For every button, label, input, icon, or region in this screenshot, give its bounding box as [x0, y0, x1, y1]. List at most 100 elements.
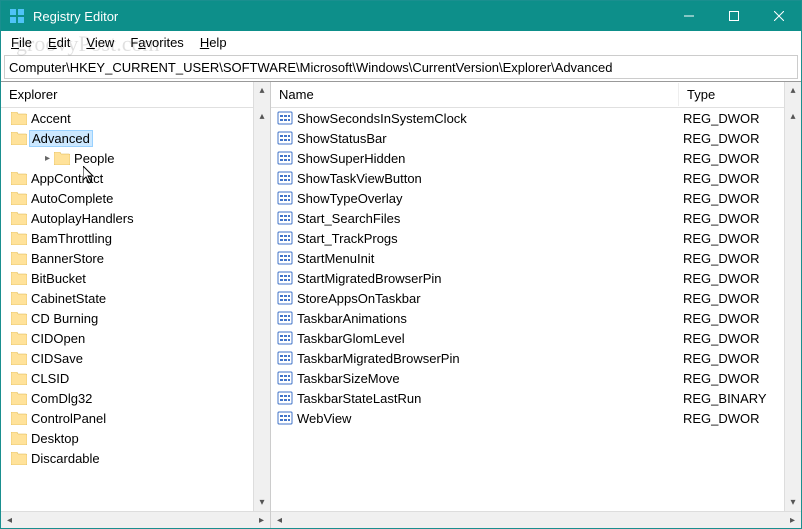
- list-header[interactable]: Name Type ▴: [271, 82, 801, 108]
- registry-value-row[interactable]: StoreAppsOnTaskbar REG_DWOR: [271, 288, 801, 308]
- folder-icon: [11, 392, 27, 405]
- tree-item[interactable]: CD Burning: [1, 308, 270, 328]
- scroll-up-icon[interactable]: ▴: [785, 82, 801, 99]
- registry-value-row[interactable]: Start_SearchFilesREG_DWOR: [271, 208, 801, 228]
- registry-value-row[interactable]: TaskbarMigratedBrowserPinREG_DWOR: [271, 348, 801, 368]
- scroll-track[interactable]: [254, 125, 270, 494]
- value-type: REG_DWOR: [679, 351, 801, 366]
- menu-view[interactable]: View: [78, 33, 122, 52]
- scroll-left-icon[interactable]: ◂: [1, 512, 18, 529]
- tree-item[interactable]: AutoComplete: [1, 188, 270, 208]
- tree-item[interactable]: Advanced: [1, 128, 270, 148]
- registry-value-row[interactable]: ShowSuperHiddenREG_DWOR: [271, 148, 801, 168]
- scroll-up-icon[interactable]: ▴: [254, 108, 270, 125]
- scroll-right-icon[interactable]: ▸: [784, 512, 801, 529]
- registry-value-row[interactable]: StartMenuInitREG_DWOR: [271, 248, 801, 268]
- maximize-button[interactable]: [711, 1, 756, 31]
- value-name: TaskbarStateLastRun: [297, 391, 421, 406]
- registry-value-icon: [277, 390, 293, 406]
- menu-help[interactable]: Help: [192, 33, 235, 52]
- scroll-down-icon[interactable]: ▾: [785, 494, 801, 511]
- registry-value-icon: [277, 150, 293, 166]
- column-type[interactable]: Type: [679, 83, 801, 106]
- tree-item-label: People: [74, 151, 114, 166]
- value-type: REG_DWOR: [679, 171, 801, 186]
- tree-item[interactable]: CLSID: [1, 368, 270, 388]
- registry-value-row[interactable]: TaskbarAnimationsREG_DWOR: [271, 308, 801, 328]
- registry-value-row[interactable]: Start_TrackProgsREG_DWOR: [271, 228, 801, 248]
- tree-item[interactable]: BamThrottling: [1, 228, 270, 248]
- value-name: TaskbarSizeMove: [297, 371, 400, 386]
- tree-item[interactable]: CIDSave: [1, 348, 270, 368]
- tree-item[interactable]: Desktop: [1, 428, 270, 448]
- value-name: StoreAppsOnTaskbar: [297, 291, 421, 306]
- menu-edit[interactable]: Edit: [40, 33, 78, 52]
- registry-value-row[interactable]: ShowStatusBarREG_DWOR: [271, 128, 801, 148]
- window-title: Registry Editor: [33, 9, 666, 24]
- list-body[interactable]: ShowSecondsInSystemClockREG_DWORShowStat…: [271, 108, 801, 511]
- tree-item[interactable]: BitBucket: [1, 268, 270, 288]
- scroll-up-icon[interactable]: ▴: [254, 82, 270, 99]
- tree-item[interactable]: BannerStore: [1, 248, 270, 268]
- menu-favorites[interactable]: Favorites: [122, 33, 191, 52]
- column-name[interactable]: Name: [271, 83, 679, 106]
- tree-item[interactable]: Accent: [1, 108, 270, 128]
- title-bar[interactable]: Registry Editor: [1, 1, 801, 31]
- registry-value-row[interactable]: ShowSecondsInSystemClockREG_DWOR: [271, 108, 801, 128]
- folder-icon: [11, 452, 27, 465]
- scroll-right-icon[interactable]: ▸: [253, 512, 270, 529]
- address-bar[interactable]: [4, 55, 798, 79]
- tree-hscroll[interactable]: ◂ ▸: [1, 511, 270, 528]
- tree-item[interactable]: ComDlg32: [1, 388, 270, 408]
- minimize-button[interactable]: [666, 1, 711, 31]
- folder-icon: [11, 412, 27, 425]
- tree-item-label: CabinetState: [31, 291, 106, 306]
- folder-icon: [11, 252, 27, 265]
- tree-item-label: Accent: [31, 111, 71, 126]
- registry-value-row[interactable]: TaskbarSizeMoveREG_DWOR: [271, 368, 801, 388]
- registry-value-row[interactable]: ShowTaskViewButton REG_DWOR: [271, 168, 801, 188]
- menu-file[interactable]: File: [3, 33, 40, 52]
- registry-value-row[interactable]: TaskbarGlomLevelREG_DWOR: [271, 328, 801, 348]
- value-type: REG_DWOR: [679, 291, 801, 306]
- registry-value-row[interactable]: TaskbarStateLastRun REG_BINARY: [271, 388, 801, 408]
- registry-value-row[interactable]: ShowTypeOverlay REG_DWOR: [271, 188, 801, 208]
- registry-value-icon: [277, 170, 293, 186]
- tree-item[interactable]: CIDOpen: [1, 328, 270, 348]
- folder-icon: [11, 212, 27, 225]
- value-type: REG_BINARY: [679, 391, 801, 406]
- folder-icon: [11, 332, 27, 345]
- tree-item-label: ControlPanel: [31, 411, 106, 426]
- registry-value-row[interactable]: StartMigratedBrowserPinREG_DWOR: [271, 268, 801, 288]
- registry-value-row[interactable]: WebViewREG_DWOR: [271, 408, 801, 428]
- tree-item[interactable]: ▸ People: [1, 148, 270, 168]
- tree-item-label: BannerStore: [31, 251, 104, 266]
- value-name: ShowTaskViewButton: [297, 171, 422, 186]
- tree-header[interactable]: Explorer ▴: [1, 82, 270, 108]
- tree-item-label: CIDSave: [31, 351, 83, 366]
- chevron-right-icon[interactable]: ▸: [45, 153, 50, 164]
- list-hscroll[interactable]: ◂ ▸: [271, 511, 801, 528]
- scroll-track[interactable]: [785, 125, 801, 494]
- address-input[interactable]: [5, 58, 797, 77]
- registry-value-icon: [277, 110, 293, 126]
- tree-body[interactable]: Accent Advanced ▸ People AppContractAutoComp…: [1, 108, 270, 511]
- tree-item-label: CLSID: [31, 371, 69, 386]
- scroll-left-icon[interactable]: ◂: [271, 512, 288, 529]
- tree-item-label: AutoplayHandlers: [31, 211, 134, 226]
- registry-value-icon: [277, 230, 293, 246]
- value-name: ShowTypeOverlay: [297, 191, 403, 206]
- value-type: REG_DWOR: [679, 191, 801, 206]
- scroll-up-icon[interactable]: ▴: [785, 108, 801, 125]
- tree-item[interactable]: Discardable: [1, 448, 270, 468]
- close-button[interactable]: [756, 1, 801, 31]
- tree-item[interactable]: CabinetState: [1, 288, 270, 308]
- registry-value-icon: [277, 210, 293, 226]
- tree-item[interactable]: AppContract: [1, 168, 270, 188]
- folder-icon: [11, 132, 27, 145]
- tree-item[interactable]: AutoplayHandlers: [1, 208, 270, 228]
- scroll-down-icon[interactable]: ▾: [254, 494, 270, 511]
- registry-value-icon: [277, 250, 293, 266]
- tree-item[interactable]: ControlPanel: [1, 408, 270, 428]
- registry-value-icon: [277, 330, 293, 346]
